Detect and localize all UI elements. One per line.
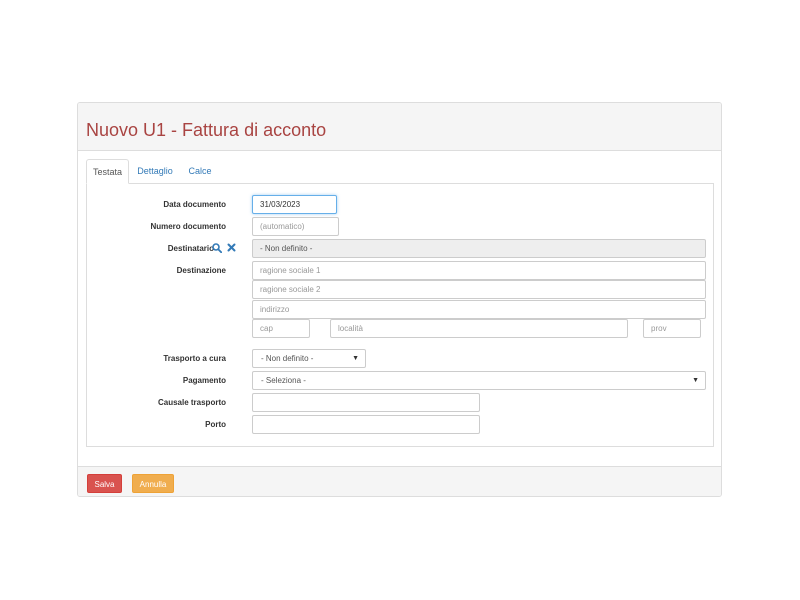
porto-label: Porto [205,420,226,429]
localita-placeholder: località [338,324,363,333]
prov-placeholder: prov [651,324,667,333]
indirizzo-placeholder: indirizzo [260,305,290,314]
form-panel: Nuovo U1 - Fattura di acconto Testata De… [77,102,722,497]
trasporto-label: Trasporto a cura [163,354,226,363]
pagamento-value: - Seleziona - [261,376,306,385]
cap-input[interactable]: cap [252,319,310,338]
ragione-sociale-2-input[interactable]: ragione sociale 2 [252,280,706,299]
trasporto-select[interactable]: - Non definito - ▼ [252,349,366,368]
panel-footer: Salva Annulla [78,466,721,496]
porto-input[interactable] [252,415,480,434]
close-icon[interactable] [227,243,236,255]
page-title: Nuovo U1 - Fattura di acconto [86,120,327,140]
numero-documento-input[interactable]: (automatico) [252,217,339,236]
cancel-button[interactable]: Annulla [132,474,174,493]
indirizzo-input[interactable]: indirizzo [252,300,706,319]
destinatario-label: Destinatario [167,244,214,253]
chevron-down-icon: ▼ [352,355,359,362]
data-documento-value: 31/03/2023 [260,200,301,209]
destinazione-label: Destinazione [176,266,226,275]
tab-pane-testata: Data documento 31/03/2023 Numero documen… [86,183,714,447]
prov-input[interactable]: prov [643,319,701,338]
tab-calce[interactable]: Calce [181,159,219,183]
numero-documento-placeholder: (automatico) [260,222,305,231]
pagamento-label: Pagamento [182,376,226,385]
destinatario-value: - Non definito - [260,244,313,253]
causale-trasporto-input[interactable] [252,393,480,412]
tab-testata[interactable]: Testata [86,159,129,184]
cap-placeholder: cap [260,324,273,333]
save-button[interactable]: Salva [87,474,122,493]
chevron-down-icon: ▼ [692,377,699,384]
localita-input[interactable]: località [330,319,628,338]
data-documento-label: Data documento [163,200,226,209]
search-icon[interactable] [212,243,223,256]
pagamento-select[interactable]: - Seleziona - ▼ [252,371,706,390]
ragione-sociale-2-placeholder: ragione sociale 2 [260,285,321,294]
ragione-sociale-1-placeholder: ragione sociale 1 [260,266,321,275]
trasporto-value: - Non definito - [261,354,314,363]
ragione-sociale-1-input[interactable]: ragione sociale 1 [252,261,706,280]
panel-header: Nuovo U1 - Fattura di acconto [78,103,721,151]
causale-trasporto-label: Causale trasporto [157,398,226,407]
destinatario-field[interactable]: - Non definito - [252,239,706,258]
tab-dettaglio[interactable]: Dettaglio [130,159,180,183]
data-documento-input[interactable]: 31/03/2023 [252,195,337,214]
numero-documento-label: Numero documento [150,222,226,231]
